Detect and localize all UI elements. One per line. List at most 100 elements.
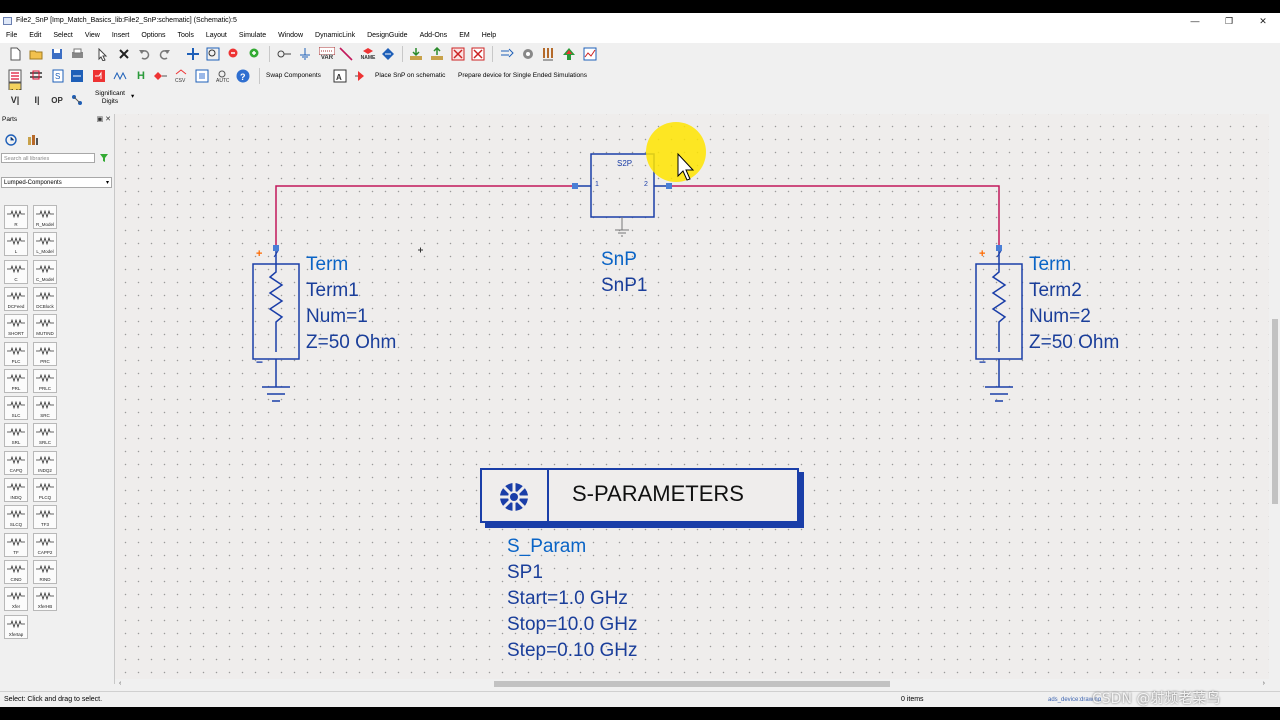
- part-prl[interactable]: PRL: [4, 368, 28, 393]
- part-srl[interactable]: SRL: [4, 423, 28, 448]
- push-into-hierarchy-icon[interactable]: [409, 47, 423, 61]
- menu-layout[interactable]: Layout: [200, 29, 233, 43]
- minimize-button[interactable]: —: [1178, 13, 1212, 29]
- history-icon[interactable]: [4, 133, 18, 147]
- menu-em[interactable]: EM: [453, 29, 476, 43]
- save-icon[interactable]: [50, 47, 64, 61]
- part-r-model[interactable]: R_Model: [33, 205, 57, 229]
- insert-wire-icon[interactable]: [339, 47, 353, 61]
- part-srlc[interactable]: SRLC: [33, 423, 57, 448]
- horizontal-scroll-thumb[interactable]: [494, 681, 890, 687]
- menu-simulate[interactable]: Simulate: [233, 29, 272, 43]
- insert-name-icon[interactable]: NAME: [359, 45, 377, 63]
- parts-search-input[interactable]: Search all libraries: [1, 153, 95, 163]
- menu-addons[interactable]: Add-Ons: [414, 29, 454, 43]
- panel-float-close-icon[interactable]: ▣ ✕: [97, 115, 111, 123]
- short-icon[interactable]: [471, 47, 485, 61]
- zoom-area-icon[interactable]: [206, 47, 220, 61]
- pop-out-hierarchy-icon[interactable]: [430, 47, 444, 61]
- move-icon[interactable]: [186, 47, 200, 61]
- swap-components-button[interactable]: Swap Components: [266, 72, 321, 80]
- restore-button[interactable]: ❐: [1212, 13, 1246, 29]
- part-short[interactable]: SHORT: [4, 314, 28, 339]
- menu-options[interactable]: Options: [135, 29, 171, 43]
- zoom-in-icon[interactable]: [248, 47, 262, 61]
- part-indq2[interactable]: INDQ2: [33, 450, 57, 475]
- vertical-scroll-thumb[interactable]: [1272, 319, 1278, 504]
- part-symbol-icon: [7, 346, 25, 355]
- close-button[interactable]: ✕: [1246, 13, 1280, 29]
- open-folder-icon[interactable]: [29, 47, 43, 61]
- delete-icon[interactable]: [117, 47, 131, 61]
- redo-icon[interactable]: [158, 47, 172, 61]
- snp-text-icon[interactable]: A: [333, 69, 347, 83]
- part-tf[interactable]: TF: [4, 532, 28, 557]
- menu-tools[interactable]: Tools: [172, 29, 200, 43]
- generate-layout-icon[interactable]: [562, 47, 576, 61]
- part-r[interactable]: R: [4, 205, 28, 229]
- scroll-left-icon[interactable]: ‹: [119, 679, 121, 689]
- part-dcfeed[interactable]: DCFeed: [4, 286, 28, 311]
- part-xferhb[interactable]: XferHB: [33, 587, 57, 612]
- menu-select[interactable]: Select: [47, 29, 78, 43]
- part-indq[interactable]: INDQ: [4, 478, 28, 502]
- new-file-icon[interactable]: [8, 47, 22, 61]
- place-snp-icon[interactable]: [354, 69, 368, 83]
- filter-icon[interactable]: [98, 152, 110, 164]
- voltage-label-icon[interactable]: V|: [8, 93, 22, 107]
- chevron-down-icon[interactable]: ▾: [131, 93, 134, 101]
- data-display-icon[interactable]: [583, 47, 597, 61]
- part-plc[interactable]: PLC: [4, 341, 28, 366]
- menu-help[interactable]: Help: [476, 29, 502, 43]
- library-icon[interactable]: [26, 133, 40, 147]
- part-xfer[interactable]: Xfer: [4, 587, 28, 612]
- part-l-model[interactable]: L_Model: [33, 232, 57, 257]
- menu-edit[interactable]: Edit: [23, 29, 47, 43]
- deactivate-icon[interactable]: [451, 47, 465, 61]
- netlist-icon[interactable]: [500, 47, 514, 61]
- part-l[interactable]: L: [4, 232, 28, 257]
- part-src[interactable]: SRC: [33, 396, 57, 421]
- part-xfertap[interactable]: Xfertap: [4, 614, 28, 639]
- part-dcblock[interactable]: DCBlock: [33, 286, 57, 311]
- tuning-icon[interactable]: [521, 47, 535, 61]
- dc-annotate-icon[interactable]: [70, 93, 84, 107]
- part-prlc[interactable]: PRLC: [33, 368, 57, 393]
- insert-pin-icon[interactable]: [277, 47, 291, 61]
- part-plcq[interactable]: PLCQ: [33, 478, 57, 502]
- insert-var-icon[interactable]: VAR: [318, 45, 336, 63]
- part-c-model[interactable]: C_Model: [33, 259, 57, 284]
- scroll-right-icon[interactable]: ›: [1263, 679, 1265, 689]
- part-cind[interactable]: CIND: [4, 559, 28, 584]
- undo-icon[interactable]: [137, 47, 151, 61]
- menu-designguide[interactable]: DesignGuide: [361, 29, 413, 43]
- menu-file[interactable]: File: [0, 29, 23, 43]
- schematic-canvas[interactable]: S2P 1 2 SnP SnP1 + − Term Term1 Num=1 Z=…: [115, 114, 1269, 684]
- part-slcq[interactable]: SLCQ: [4, 505, 28, 530]
- significant-digits-label[interactable]: Significant Digits: [92, 90, 128, 106]
- library-select[interactable]: Lumped-Components ▾: [1, 177, 112, 188]
- menu-window[interactable]: Window: [272, 29, 309, 43]
- part-capp2[interactable]: CAPP2: [33, 532, 57, 557]
- zoom-out-icon[interactable]: [227, 47, 241, 61]
- part-prc[interactable]: PRC: [33, 341, 57, 366]
- part-mutind[interactable]: MUTIND: [33, 314, 57, 339]
- part-c[interactable]: C: [4, 259, 28, 284]
- optimization-icon[interactable]: [541, 47, 555, 61]
- op-point-icon[interactable]: OP: [50, 93, 64, 107]
- part-capq[interactable]: CAPQ: [4, 450, 28, 475]
- prepare-device-button[interactable]: Prepare device for Single Ended Simulati…: [458, 72, 587, 80]
- menu-dynamiclink[interactable]: DynamicLink: [309, 29, 361, 43]
- part-tf3[interactable]: TF3: [33, 505, 57, 530]
- select-arrow-icon[interactable]: [96, 47, 110, 61]
- vertical-scrollbar[interactable]: [1269, 114, 1280, 686]
- part-slc[interactable]: SLC: [4, 396, 28, 421]
- menu-insert[interactable]: Insert: [106, 29, 136, 43]
- simulate-icon[interactable]: [381, 47, 395, 61]
- insert-ground-icon[interactable]: [298, 47, 312, 61]
- current-label-icon[interactable]: I|: [30, 93, 44, 107]
- menu-view[interactable]: View: [79, 29, 106, 43]
- print-icon[interactable]: [70, 47, 84, 61]
- place-snp-button[interactable]: Place SnP on schematic: [375, 72, 445, 80]
- part-rind[interactable]: RIND: [33, 559, 57, 584]
